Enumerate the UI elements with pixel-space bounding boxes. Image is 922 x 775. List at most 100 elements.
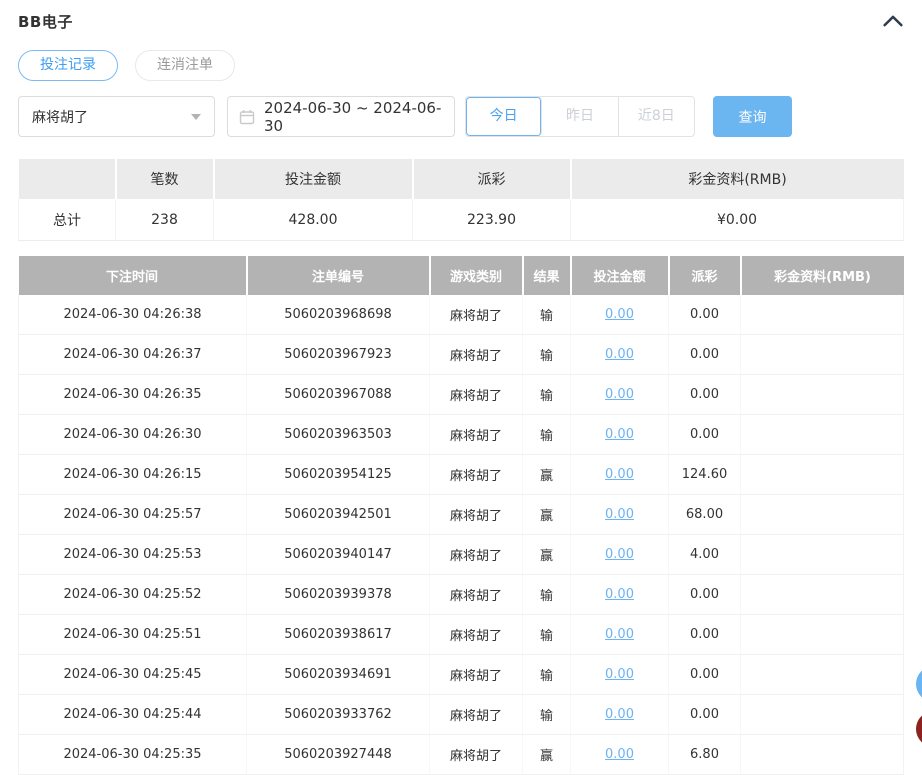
bet-amount-cell: 0.00 [570,374,669,415]
result-cell: 赢 [522,494,571,535]
payout-cell: 0.00 [668,574,741,615]
bet-time-cell: 2024-06-30 04:25:57 [18,494,247,535]
game-type-cell: 麻将胡了 [429,534,523,575]
game-type-cell: 麻将胡了 [429,414,523,455]
bet-amount-link[interactable]: 0.00 [605,507,634,522]
bet-amount-cell: 0.00 [570,454,669,495]
records-header-order-no: 注单编号 [246,256,431,295]
order-no-cell: 5060203927448 [246,734,430,775]
bet-amount-cell: 0.00 [570,734,669,775]
payout-cell: 68.00 [668,494,741,535]
date-range-value: 2024-06-30 ~ 2024-06-30 [264,98,442,135]
table-row: 2024-06-30 04:25:35 5060203927448 麻将胡了赢 0.0… [18,734,904,775]
game-type-cell: 麻将胡了 [429,654,523,695]
record-type-tabs: 投注记录 连消注单 [18,50,904,81]
quick-range-last8days[interactable]: 近8日 [619,97,694,136]
bet-amount-link[interactable]: 0.00 [605,707,634,722]
bet-amount-link[interactable]: 0.00 [605,347,634,362]
summary-header-empty [18,159,117,199]
order-no-cell: 5060203963503 [246,414,430,455]
order-no-cell: 5060203954125 [246,454,430,495]
payout-cell: 0.00 [668,374,741,415]
bet-time-cell: 2024-06-30 04:26:38 [18,295,247,335]
order-no-cell: 5060203933762 [246,694,430,735]
result-cell: 输 [522,694,571,735]
date-range-picker[interactable]: 2024-06-30 ~ 2024-06-30 [227,96,455,137]
summary-total-count: 238 [115,199,214,241]
bet-amount-link[interactable]: 0.00 [605,547,634,562]
result-cell: 输 [522,374,571,415]
tab-bet-records[interactable]: 投注记录 [18,50,118,81]
table-row: 2024-06-30 04:26:30 5060203963503 麻将胡了输 0.0… [18,414,904,455]
order-no-cell: 5060203939378 [246,574,430,615]
game-select[interactable]: 麻将胡了 [18,96,215,137]
quick-range-yesterday[interactable]: 昨日 [542,97,619,136]
page-header: BB电子 [18,0,904,33]
bet-amount-link[interactable]: 0.00 [605,667,634,682]
bonus-cell [740,534,904,575]
main-content: BB电子 投注记录 连消注单 麻将胡了 2024-06-30 ~ 2024-06… [0,0,922,775]
table-row: 2024-06-30 04:26:35 5060203967088 麻将胡了输 0.0… [18,374,904,415]
payout-cell: 0.00 [668,295,741,335]
order-no-cell: 5060203938617 [246,614,430,655]
bet-amount-cell: 0.00 [570,414,669,455]
collapse-panel-button[interactable] [882,13,904,29]
table-row: 2024-06-30 04:26:37 5060203967923 麻将胡了输 0.0… [18,334,904,375]
bet-amount-cell: 0.00 [570,295,669,335]
bonus-cell [740,734,904,775]
bet-time-cell: 2024-06-30 04:25:52 [18,574,247,615]
bet-amount-link[interactable]: 0.00 [605,627,634,642]
bonus-cell [740,694,904,735]
table-row: 2024-06-30 04:25:53 5060203940147 麻将胡了赢 0.0… [18,534,904,575]
payout-cell: 4.00 [668,534,741,575]
bet-amount-link[interactable]: 0.00 [605,467,634,482]
bet-amount-link[interactable]: 0.00 [605,587,634,602]
payout-cell: 0.00 [668,334,741,375]
records-header-bet-amount: 投注金额 [570,256,670,295]
summary-total-bet-amount: 428.00 [213,199,413,241]
summary-header-row: 笔数 投注金额 派彩 彩金资料(RMB) [18,159,904,199]
bet-time-cell: 2024-06-30 04:25:53 [18,534,247,575]
result-cell: 赢 [522,734,571,775]
bet-amount-link[interactable]: 0.00 [605,387,634,402]
order-no-cell: 5060203934691 [246,654,430,695]
caret-down-icon [191,113,201,120]
bet-time-cell: 2024-06-30 04:26:30 [18,414,247,455]
result-cell: 输 [522,574,571,615]
calendar-icon [239,109,255,125]
bet-amount-cell: 0.00 [570,494,669,535]
bet-amount-cell: 0.00 [570,614,669,655]
bet-time-cell: 2024-06-30 04:25:35 [18,734,247,775]
order-no-cell: 5060203967088 [246,374,430,415]
records-header-bet-time: 下注时间 [18,256,248,295]
bet-time-cell: 2024-06-30 04:25:44 [18,694,247,735]
bet-time-cell: 2024-06-30 04:25:45 [18,654,247,695]
result-cell: 输 [522,295,571,335]
bonus-cell [740,654,904,695]
result-cell: 输 [522,414,571,455]
summary-header-bonus: 彩金资料(RMB) [570,159,904,199]
order-no-cell: 5060203967923 [246,334,430,375]
game-type-cell: 麻将胡了 [429,374,523,415]
payout-cell: 0.00 [668,414,741,455]
page-title: BB电子 [18,12,73,31]
tab-cancelled-orders[interactable]: 连消注单 [135,50,235,81]
summary-total-row: 总计 238 428.00 223.90 ¥0.00 [18,199,904,241]
records-header-payout: 派彩 [668,256,742,295]
table-row: 2024-06-30 04:25:44 5060203933762 麻将胡了输 0.0… [18,694,904,735]
bonus-cell [740,414,904,455]
game-type-cell: 麻将胡了 [429,454,523,495]
quick-range-today[interactable]: 今日 [466,97,543,136]
filter-bar: 麻将胡了 2024-06-30 ~ 2024-06-30 今日 昨日 近8日 查… [18,96,904,137]
bet-amount-link[interactable]: 0.00 [605,427,634,442]
summary-header-bet-amount: 投注金额 [213,159,414,199]
result-cell: 输 [522,334,571,375]
payout-cell: 0.00 [668,654,741,695]
summary-total-payout: 223.90 [412,199,571,241]
bet-time-cell: 2024-06-30 04:26:35 [18,374,247,415]
query-button[interactable]: 查询 [713,96,792,137]
game-select-value: 麻将胡了 [32,109,88,126]
game-type-cell: 麻将胡了 [429,494,523,535]
bet-amount-link[interactable]: 0.00 [605,747,634,762]
bet-amount-link[interactable]: 0.00 [605,307,634,322]
